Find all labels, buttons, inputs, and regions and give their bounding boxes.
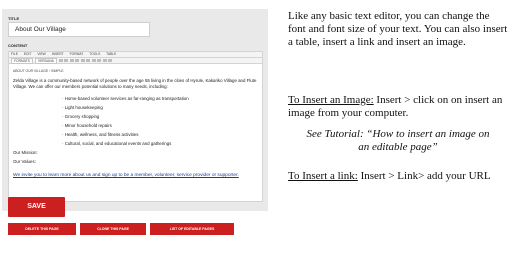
insert-image-heading: To Insert an Image: — [288, 94, 374, 106]
bullet-list-icon[interactable] — [91, 59, 96, 62]
numbered-list-icon[interactable] — [97, 59, 102, 62]
underline-icon[interactable] — [69, 59, 74, 62]
link-icon[interactable] — [102, 59, 107, 62]
save-button[interactable]: SAVE — [8, 197, 65, 217]
editor-content-area[interactable]: ABOUT OUR VILLAGE › SIMPLE Zelda Village… — [8, 64, 263, 202]
instructions-intro: Like any basic text editor, you can chan… — [288, 10, 508, 48]
image-icon[interactable] — [108, 59, 113, 62]
editor-toolbar: FORMATS VERDANA — [8, 57, 263, 64]
align-center-icon[interactable] — [80, 59, 85, 62]
insert-link-heading: To Insert a link: — [288, 170, 358, 182]
insert-link-instructions: To Insert a link: Insert > Link> add you… — [288, 170, 508, 183]
menu-edit[interactable]: EDIT — [24, 52, 32, 56]
font-select[interactable]: VERDANA — [34, 57, 57, 64]
service-item: · Grocery shopping — [62, 114, 100, 119]
insert-image-instructions: To Insert an Image: Insert > click on on… — [288, 94, 508, 120]
insert-link-steps: Insert > Link> add your URL — [357, 170, 491, 182]
menu-file[interactable]: FILE — [11, 52, 18, 56]
service-item: · Minor household repairs — [62, 123, 112, 128]
list-editable-pages-button[interactable]: LIST OF EDITABLE PAGES — [150, 223, 234, 235]
service-item: · Health, wellness, and fitness activiti… — [62, 132, 139, 137]
menu-format[interactable]: FORMAT — [70, 52, 84, 56]
service-item: · Home-based volunteer services as far-r… — [62, 96, 189, 101]
italic-icon[interactable] — [64, 59, 69, 62]
delete-page-button[interactable]: DELETE THIS PAGE — [8, 223, 76, 235]
service-item: · Light housekeeping — [62, 105, 103, 110]
clone-page-button[interactable]: CLONE THIS PAGE — [80, 223, 146, 235]
title-input[interactable]: About Our Village — [8, 22, 150, 37]
tutorial-note: See Tutorial: “How to insert an image on… — [306, 128, 490, 153]
values-label: Our Values: — [13, 159, 36, 164]
menu-table[interactable]: TABLE — [106, 52, 116, 56]
formats-select[interactable]: FORMATS — [11, 57, 33, 64]
editor-breadcrumb: ABOUT OUR VILLAGE › SIMPLE — [13, 69, 64, 73]
align-right-icon[interactable] — [86, 59, 91, 62]
mission-label: Our Mission: — [13, 150, 38, 155]
intro-paragraph: Zelda Village is a community-based netwo… — [13, 78, 257, 89]
menu-view[interactable]: VIEW — [37, 52, 45, 56]
bold-icon[interactable] — [58, 59, 63, 62]
content-label: CONTENT — [8, 43, 28, 48]
menu-tools[interactable]: TOOLS — [89, 52, 100, 56]
align-left-icon[interactable] — [75, 59, 80, 62]
menu-insert[interactable]: INSERT — [52, 52, 64, 56]
title-label: TITLE — [8, 16, 20, 21]
invite-link[interactable]: We invite you to learn more about us and… — [13, 173, 259, 179]
service-item: · Cultural, social, and educational even… — [62, 141, 172, 146]
